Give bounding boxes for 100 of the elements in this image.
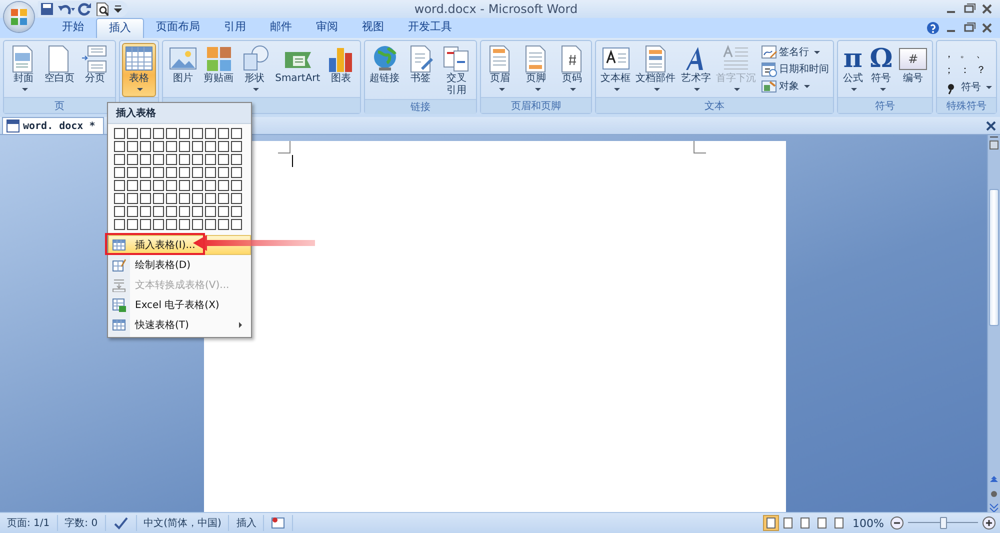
menu-item[interactable]: Excel 电子表格(X)	[108, 295, 251, 315]
caret-icon	[22, 88, 28, 90]
page-view-icon	[782, 517, 793, 529]
margin-corner-mark	[692, 141, 706, 155]
symbol-key[interactable]: ；	[940, 63, 957, 78]
symbol-key[interactable]: 、	[972, 47, 989, 62]
group-label: 链接	[410, 100, 431, 114]
symbol-key[interactable]: ：	[956, 63, 973, 78]
word-document-icon	[6, 119, 20, 133]
group-label: 符号	[874, 100, 895, 112]
ribbon-button[interactable]: Ω 符号	[866, 43, 896, 97]
ribbon-tab[interactable]: 页面布局	[144, 18, 212, 36]
ribbon-small-button[interactable]: 对象	[758, 78, 831, 94]
convert-text-icon	[112, 278, 126, 292]
ribbon-tab[interactable]: 审阅	[304, 18, 350, 36]
ribbon-tab[interactable]: 邮件	[258, 18, 304, 36]
group-label: 页眉和页脚	[511, 100, 562, 112]
ribbon-button[interactable]: 页眉	[482, 43, 518, 97]
restore-icon[interactable]	[962, 22, 976, 34]
ribbon-button[interactable]: 页脚	[518, 43, 554, 97]
caret-icon	[851, 88, 858, 90]
ribbon-button[interactable]: 超链接	[367, 43, 402, 97]
caret-icon	[734, 88, 740, 90]
undo-icon[interactable]	[57, 2, 75, 16]
status-text[interactable]: 插入	[229, 515, 264, 531]
ribbon-button[interactable]: 文档部件	[634, 43, 678, 97]
ribbon-tab[interactable]: 开始	[50, 18, 96, 36]
ribbon-button[interactable]: 页码	[554, 43, 590, 97]
symbol-glyph: Ω	[870, 45, 893, 73]
spreadsheet-icon	[112, 298, 126, 312]
caret-icon	[614, 88, 620, 90]
ribbon-tab[interactable]: 插入	[96, 18, 144, 38]
vertical-scrollbar[interactable]	[987, 135, 1000, 512]
macro-record-icon[interactable]	[271, 516, 286, 530]
print-preview-icon[interactable]	[95, 2, 111, 16]
ribbon-button[interactable]: 封面	[6, 43, 41, 97]
close-icon[interactable]	[980, 22, 994, 34]
window-title: word.docx - Microsoft Word	[413, 2, 579, 16]
zoom-level-text[interactable]: 100%	[852, 516, 884, 530]
ribbon-button[interactable]: 剪贴画	[201, 43, 236, 97]
caret-icon	[137, 88, 144, 90]
ribbon-small-button[interactable]: 日期和时间	[758, 61, 831, 77]
ribbon-button[interactable]: 分页	[78, 43, 113, 97]
menu-header: 插入表格	[108, 103, 251, 124]
help-icon[interactable]	[926, 21, 940, 35]
caret-icon	[880, 88, 886, 90]
ribbon-button[interactable]: 书签	[403, 43, 438, 97]
caret-icon	[986, 86, 992, 88]
zoom-in-icon[interactable]	[982, 516, 996, 530]
ribbon-button[interactable]: # 编号	[896, 43, 930, 97]
redo-icon[interactable]	[78, 2, 92, 16]
menu-item[interactable]: 快速表格(T)	[108, 315, 251, 335]
restore-icon[interactable]	[962, 3, 976, 15]
group-label: 文本	[704, 100, 725, 112]
symbol-glyph: π	[843, 45, 862, 73]
cross-reference-icon	[441, 44, 472, 74]
document-tab[interactable]: word. docx *	[2, 117, 104, 134]
close-icon[interactable]	[986, 120, 996, 130]
proofing-check-icon[interactable]	[112, 516, 129, 530]
zoom-out-icon[interactable]	[890, 516, 904, 530]
scrollbar-thumb[interactable]	[989, 189, 999, 326]
menu-item[interactable]: 绘制表格(D)	[108, 255, 251, 275]
status-text[interactable]: 页面: 1/1	[0, 515, 58, 531]
ribbon-button[interactable]: 空白页	[42, 43, 77, 97]
ribbon-button[interactable]: 交叉引用	[438, 43, 474, 99]
ribbon-button[interactable]: 艺术字	[678, 43, 713, 97]
symbol-key[interactable]: ？	[972, 63, 989, 78]
signature-icon	[760, 44, 777, 60]
symbol-glyph: #	[899, 48, 928, 70]
caret-icon	[498, 88, 505, 90]
view-button[interactable]	[762, 515, 779, 531]
save-icon[interactable]	[40, 2, 54, 16]
caret-icon	[534, 88, 541, 90]
slider-thumb[interactable]	[940, 517, 947, 529]
table-icon	[112, 238, 126, 252]
ribbon-button[interactable]: 表格	[122, 43, 156, 97]
ribbon-button[interactable]: 图表	[323, 43, 358, 97]
ribbon-button[interactable]: 形状	[237, 43, 272, 97]
text-cursor	[292, 155, 293, 167]
page-view-icon	[816, 517, 827, 529]
ribbon-button[interactable]: 图片	[165, 43, 200, 97]
ribbon-button[interactable]: SmartArt	[272, 43, 322, 97]
symbol-key[interactable]: ，	[940, 47, 957, 62]
close-icon[interactable]	[980, 3, 994, 15]
caret-icon	[570, 88, 576, 90]
page-view-icon	[834, 517, 844, 529]
status-text[interactable]: 字数: 0	[58, 515, 106, 531]
caret-icon	[804, 84, 810, 88]
ribbon-tab[interactable]: 引用	[212, 18, 258, 36]
ribbon-tab[interactable]: 视图	[350, 18, 396, 36]
ribbon-small-button[interactable]: 符号	[940, 79, 994, 95]
ribbon-button[interactable]: π 公式	[840, 43, 866, 97]
status-text[interactable]: 中文(简体，中国)	[136, 515, 230, 531]
ribbon-button[interactable]: 文本框	[598, 43, 633, 97]
caret-icon	[253, 88, 259, 90]
symbol-key[interactable]: 。	[956, 47, 973, 62]
object-icon	[760, 78, 777, 94]
ribbon-tab[interactable]: 开发工具	[396, 18, 464, 36]
ribbon-small-button[interactable]: 签名行	[758, 44, 831, 60]
office-logo-icon	[9, 7, 29, 27]
